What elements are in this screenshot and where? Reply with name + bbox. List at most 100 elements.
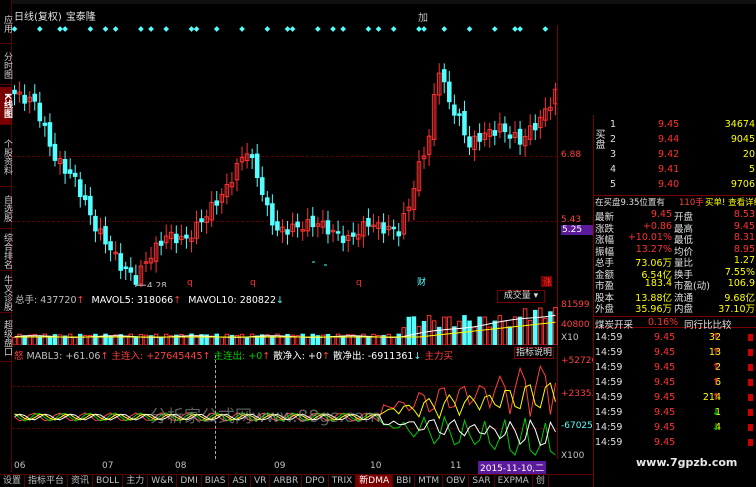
up-arrow-icon: ↑ — [712, 332, 720, 343]
indicator-tab-14[interactable]: BBI — [393, 475, 416, 487]
order-level: 5 — [610, 179, 617, 190]
order-book-row[interactable]: 5 9.40 9706 — [594, 179, 756, 191]
volume-axis-unit: X10 — [561, 333, 579, 343]
date-label: 06 — [14, 461, 26, 471]
volume-chart[interactable] — [12, 290, 558, 345]
indicator-tab-9[interactable]: VR — [251, 475, 271, 487]
volume-bar — [239, 333, 245, 345]
indicator-tab-0[interactable]: 设置 — [0, 475, 26, 487]
indicator-tab-4[interactable]: 主力 — [123, 475, 149, 487]
nav-tab-4[interactable]: 自选股 — [0, 189, 12, 229]
nav-tab-0[interactable]: 应用 — [0, 4, 12, 44]
signal-diamond-icon — [421, 26, 427, 32]
signal-diamond-icon — [340, 26, 346, 32]
indicator-tab-16[interactable]: OBV — [443, 475, 470, 487]
sector-row[interactable]: 煤炭开采 0.16% 同行比比较 — [594, 316, 756, 331]
volume-bar — [330, 336, 336, 345]
event-marker[interactable]: 财 — [417, 276, 426, 287]
stat-value-2: 8.53 — [733, 209, 755, 220]
stat-label: 外盘 — [595, 304, 615, 315]
volume-bar — [447, 316, 452, 345]
volume-bar — [37, 336, 43, 345]
volume-bar — [123, 335, 129, 345]
indicator-tab-11[interactable]: DPO — [302, 475, 329, 487]
sector-compare-link[interactable]: 同行比比较 — [684, 317, 732, 331]
volume-bar — [310, 333, 316, 345]
order-level: 2 — [610, 134, 617, 145]
event-marker[interactable]: q — [356, 278, 362, 287]
candle-body — [335, 231, 341, 234]
indicator-tab-12[interactable]: TRIX — [329, 475, 357, 487]
order-level: 4 — [610, 164, 617, 175]
trade-marker — [748, 394, 753, 401]
indicator-tab-17[interactable]: SAR — [469, 475, 495, 487]
order-alert-link[interactable]: 买单! 查看详细 — [705, 196, 756, 208]
signal-diamond-icon — [315, 26, 321, 32]
stat-value: +10.01% — [627, 232, 672, 243]
candle-body — [22, 94, 27, 104]
signal-diamond-icon — [36, 26, 43, 32]
indicator-tab-1[interactable]: 指标平台 — [25, 475, 69, 487]
trade-row: 14:59 9.45 13 ↑ — [594, 347, 756, 359]
event-marker[interactable]: q — [250, 278, 256, 287]
retail-out-line — [14, 413, 556, 446]
volume-bar — [184, 336, 189, 345]
event-marker[interactable]: 涨 — [543, 277, 552, 287]
indicator-tab-13[interactable]: 新DMA — [356, 475, 394, 487]
candle-body — [67, 169, 73, 174]
indicator-tab-7[interactable]: BIAS — [202, 475, 230, 487]
indicator-tab-2[interactable]: 资讯 — [68, 475, 94, 487]
period-label[interactable]: 日线(复权) — [14, 12, 62, 23]
volume-axis-label: 81599 — [561, 300, 590, 310]
candle-body — [517, 128, 523, 145]
volume-bar — [270, 335, 275, 345]
order-alert-row[interactable]: 在买盘9.35位置有 110手买单! 查看详细 — [594, 195, 756, 208]
candle-body — [366, 218, 371, 227]
date-label: 10 — [370, 461, 382, 471]
indicator-tab-19[interactable]: 创 — [533, 475, 549, 487]
nav-tab-7[interactable]: 超级盘口 — [0, 315, 12, 362]
candle-body — [350, 232, 356, 237]
indicator-tab-15[interactable]: MTM — [415, 475, 444, 487]
volume-bar — [522, 308, 528, 345]
sector-name[interactable]: 煤炭开采 — [595, 317, 633, 331]
order-book-row[interactable]: 3 9.42 20 — [594, 149, 756, 161]
trade-price: 9.45 — [654, 377, 676, 388]
signal-diamond-icon — [441, 26, 448, 32]
candlestick-chart[interactable]: 4.28 q q q 财 涨 — [12, 25, 558, 287]
add-button[interactable]: 加 — [418, 9, 432, 24]
candle-body — [396, 231, 402, 237]
order-price: 9.45 — [658, 119, 680, 130]
nav-tab-5[interactable]: 综合排名 — [0, 231, 12, 271]
nav-tab-6[interactable]: 牛叉诊股 — [0, 273, 12, 313]
event-marker[interactable]: q — [187, 278, 193, 287]
trade-time: 14:59 — [595, 332, 623, 343]
candle-body — [507, 134, 513, 139]
signal-diamond-icon — [239, 26, 245, 32]
indicator-tab-3[interactable]: BOLL — [93, 475, 124, 487]
nav-tab-2[interactable]: K线图 — [0, 87, 12, 125]
candle-body — [285, 229, 290, 235]
up-arrow-icon: ↑ — [712, 392, 720, 403]
indicator-tab-10[interactable]: ARBR — [270, 475, 303, 487]
indicator-tab-18[interactable]: EXPMA — [495, 475, 533, 487]
volume-bar — [482, 316, 487, 345]
indicator-tab-5[interactable]: W&R — [148, 475, 178, 487]
trade-row: 14:59 9.45 4 ↓ — [594, 422, 756, 434]
candle-body — [72, 172, 78, 177]
indicator-tab-8[interactable]: ASI — [229, 475, 251, 487]
nav-tab-3[interactable]: 个股资料 — [0, 127, 12, 187]
candle-body — [295, 221, 300, 228]
volume-bar — [113, 334, 118, 345]
order-book-row[interactable]: 1 9.45 34674 — [594, 119, 756, 131]
candle-body — [128, 267, 134, 273]
signal-diamond-icon — [330, 26, 336, 32]
indicator-tab-6[interactable]: DMI — [177, 475, 202, 487]
order-volume: 5 — [748, 164, 755, 175]
stat-value-2: 37.10万 — [718, 304, 755, 315]
order-book-row[interactable]: 4 9.41 5 — [594, 164, 756, 176]
nav-tab-1[interactable]: 分时图 — [0, 46, 12, 85]
mabl-indicator-chart[interactable] — [12, 347, 558, 459]
order-book-row[interactable]: 2 9.44 9045 — [594, 134, 756, 146]
volume-bar — [219, 336, 225, 345]
